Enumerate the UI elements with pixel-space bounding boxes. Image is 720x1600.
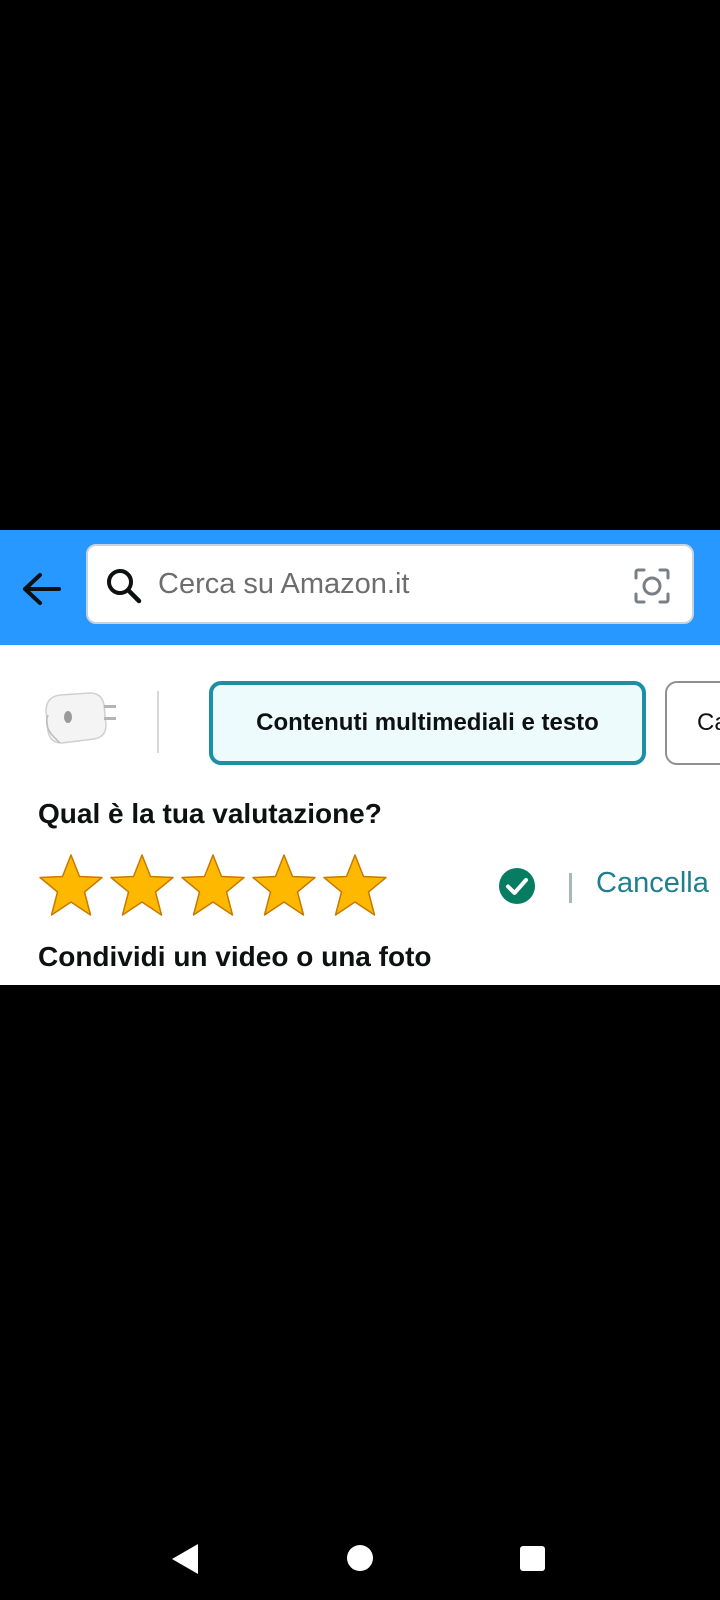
search-input[interactable] — [158, 556, 598, 612]
arrow-left-icon — [23, 573, 61, 605]
search-box[interactable] — [86, 544, 694, 624]
cancel-divider — [569, 873, 572, 903]
star-4[interactable] — [251, 853, 317, 919]
search-header — [0, 530, 720, 645]
share-media-heading: Condividi un video o una foto — [38, 941, 432, 972]
rating-question: Qual è la tua valutazione? — [38, 798, 382, 829]
screen: Contenuti multimediali e testo Ca Qual è… — [0, 0, 720, 1600]
product-thumbnail[interactable] — [38, 681, 124, 751]
review-panel: Contenuti multimediali e testo Ca Qual è… — [0, 645, 720, 985]
search-icon — [107, 569, 142, 604]
cancel-link[interactable]: Cancella — [596, 867, 709, 900]
square-recents-icon[interactable] — [520, 1546, 545, 1571]
camera-icon[interactable] — [632, 566, 672, 606]
star-5[interactable] — [322, 853, 388, 919]
star-rating — [38, 853, 393, 919]
circle-home-icon[interactable] — [347, 1545, 373, 1571]
tab-media-and-text[interactable]: Contenuti multimediali e testo — [209, 681, 646, 765]
triangle-back-icon[interactable] — [170, 1542, 200, 1576]
check-circle-icon — [499, 868, 535, 904]
tab-next-label: Ca — [697, 709, 720, 736]
star-3[interactable] — [180, 853, 246, 919]
tab-media-and-text-label: Contenuti multimediali e testo — [256, 709, 599, 736]
star-1[interactable] — [38, 853, 104, 919]
tab-next[interactable]: Ca — [665, 681, 720, 765]
star-2[interactable] — [109, 853, 175, 919]
thumbnail-divider — [157, 691, 159, 753]
back-button[interactable] — [18, 565, 66, 613]
